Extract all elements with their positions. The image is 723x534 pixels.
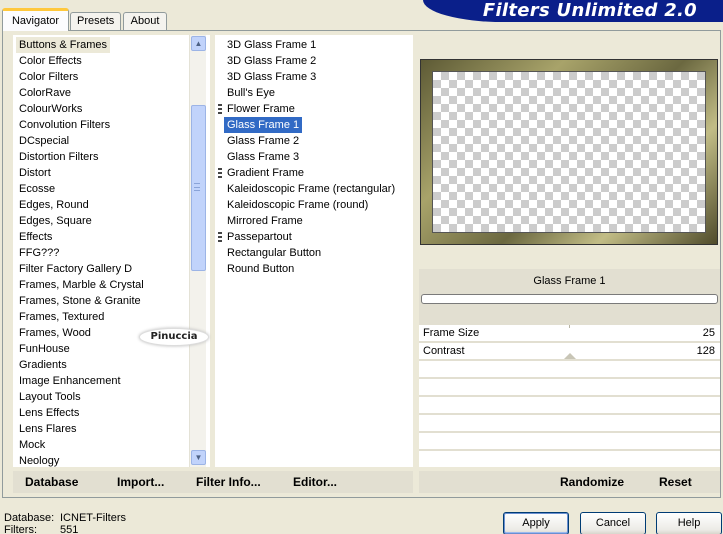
database-label: Database: bbox=[4, 512, 55, 524]
category-item[interactable]: Layout Tools bbox=[16, 389, 84, 405]
param-row-frame-size[interactable]: Frame Size 25 bbox=[419, 325, 720, 342]
grip-icon bbox=[194, 183, 200, 191]
parameter-marker-icon bbox=[218, 104, 222, 114]
param-label: Contrast bbox=[423, 345, 465, 357]
category-item[interactable]: Frames, Wood bbox=[16, 325, 94, 341]
preview-toolbar: Randomize Reset bbox=[419, 471, 720, 493]
filter-item[interactable]: Mirrored Frame bbox=[224, 213, 306, 229]
param-row-empty bbox=[419, 451, 720, 467]
randomize-button[interactable]: Randomize bbox=[560, 474, 624, 490]
filter-item[interactable]: Glass Frame 3 bbox=[224, 149, 302, 165]
slider-tick bbox=[569, 325, 570, 328]
preview-frame bbox=[420, 59, 718, 245]
param-value: 25 bbox=[702, 327, 715, 339]
navigator-toolbar: Database Import... Filter Info... Editor… bbox=[13, 471, 413, 493]
filter-item[interactable]: 3D Glass Frame 1 bbox=[224, 37, 319, 53]
param-label: Frame Size bbox=[423, 327, 480, 339]
parameters-area: Glass Frame 1 Frame Size 25 Contrast 128 bbox=[419, 269, 720, 467]
apply-button[interactable]: Apply bbox=[503, 512, 569, 534]
filters-label: Filters: bbox=[4, 524, 37, 534]
filter-item[interactable]: Glass Frame 1 bbox=[224, 117, 303, 133]
filters-count: 551 bbox=[60, 524, 79, 534]
filter-item[interactable]: Kaleidoscopic Frame (round) bbox=[224, 197, 371, 213]
database-info: Database: ICNET-Filters Filters: 551 bbox=[4, 512, 126, 534]
param-row-empty bbox=[419, 433, 720, 449]
tab-presets[interactable]: Presets bbox=[70, 12, 121, 31]
category-item[interactable]: Edges, Square bbox=[16, 213, 95, 229]
category-scrollbar[interactable]: ▲ ▼ bbox=[189, 35, 206, 467]
filter-item[interactable]: Flower Frame bbox=[224, 101, 298, 117]
watermark-logo: Pinuccia bbox=[139, 328, 209, 346]
filter-item[interactable]: Rectangular Button bbox=[224, 245, 324, 261]
category-item[interactable]: Ecosse bbox=[16, 181, 58, 197]
category-item[interactable]: Distort bbox=[16, 165, 54, 181]
category-item[interactable]: Lens Effects bbox=[16, 405, 82, 421]
cancel-button[interactable]: Cancel bbox=[580, 512, 646, 534]
category-item[interactable]: Gradients bbox=[16, 357, 70, 373]
app-title: Filters Unlimited 2.0 bbox=[482, 0, 697, 21]
import-button[interactable]: Import... bbox=[117, 474, 164, 490]
category-item[interactable]: DCspecial bbox=[16, 133, 72, 149]
scroll-up-button[interactable]: ▲ bbox=[191, 36, 206, 51]
filter-item[interactable]: Kaleidoscopic Frame (rectangular) bbox=[224, 181, 398, 197]
category-item[interactable]: Color Effects bbox=[16, 53, 85, 69]
filter-item[interactable]: Round Button bbox=[224, 261, 297, 277]
database-button[interactable]: Database bbox=[25, 474, 78, 490]
category-item[interactable]: Image Enhancement bbox=[16, 373, 124, 389]
filter-item[interactable]: Glass Frame 2 bbox=[224, 133, 302, 149]
navigator-panel: Buttons & Frames Color Effects Color Filte… bbox=[2, 30, 721, 498]
editor-button[interactable]: Editor... bbox=[293, 474, 337, 490]
help-button[interactable]: Help bbox=[656, 512, 722, 534]
filter-list[interactable]: 3D Glass Frame 1 3D Glass Frame 2 3D Glass… bbox=[215, 35, 413, 467]
filter-item[interactable]: 3D Glass Frame 3 bbox=[224, 69, 319, 85]
category-item[interactable]: Edges, Round bbox=[16, 197, 92, 213]
category-item[interactable]: Convolution Filters bbox=[16, 117, 113, 133]
tab-about[interactable]: About bbox=[123, 12, 167, 31]
database-value: ICNET-Filters bbox=[60, 512, 126, 524]
parameter-marker-icon bbox=[218, 232, 222, 242]
filter-item[interactable]: Gradient Frame bbox=[224, 165, 307, 181]
category-list[interactable]: Buttons & Frames Color Effects Color Filte… bbox=[13, 35, 210, 467]
category-item[interactable]: Color Filters bbox=[16, 69, 81, 85]
category-item[interactable]: ColorRave bbox=[16, 85, 74, 101]
param-row-empty bbox=[419, 415, 720, 431]
progress-bar bbox=[421, 294, 718, 304]
category-item[interactable]: Frames, Marble & Crystal bbox=[16, 277, 147, 293]
slider-thumb-icon[interactable] bbox=[564, 353, 576, 359]
reset-button[interactable]: Reset bbox=[659, 474, 692, 490]
param-row-empty bbox=[419, 361, 720, 377]
category-item[interactable]: Lens Flares bbox=[16, 421, 79, 437]
transparency-checkerboard bbox=[432, 71, 706, 233]
category-item[interactable]: Effects bbox=[16, 229, 55, 245]
param-row-contrast[interactable]: Contrast 128 bbox=[419, 343, 720, 360]
category-item[interactable]: Mock bbox=[16, 437, 48, 453]
chevron-down-icon: ▼ bbox=[194, 453, 203, 462]
category-item[interactable]: Frames, Stone & Granite bbox=[16, 293, 144, 309]
category-item[interactable]: Distortion Filters bbox=[16, 149, 101, 165]
category-item[interactable]: Filter Factory Gallery D bbox=[16, 261, 135, 277]
scroll-down-button[interactable]: ▼ bbox=[191, 450, 206, 465]
category-item[interactable]: Neology bbox=[16, 453, 62, 469]
param-row-empty bbox=[419, 379, 720, 395]
param-value: 128 bbox=[696, 345, 715, 357]
parameter-marker-icon bbox=[218, 168, 222, 178]
param-row-empty bbox=[419, 397, 720, 413]
category-item[interactable]: ColourWorks bbox=[16, 101, 85, 117]
filter-item[interactable]: Bull's Eye bbox=[224, 85, 278, 101]
filter-item[interactable]: 3D Glass Frame 2 bbox=[224, 53, 319, 69]
category-item[interactable]: Frames, Textured bbox=[16, 309, 107, 325]
category-item[interactable]: FFG??? bbox=[16, 245, 62, 261]
tab-navigator[interactable]: Navigator bbox=[2, 8, 69, 31]
chevron-up-icon: ▲ bbox=[194, 39, 203, 48]
filter-info-button[interactable]: Filter Info... bbox=[196, 474, 261, 490]
selected-filter-title: Glass Frame 1 bbox=[533, 275, 606, 287]
category-item[interactable]: Buttons & Frames bbox=[16, 37, 111, 53]
category-item[interactable]: FunHouse bbox=[16, 341, 73, 357]
filter-item[interactable]: Passepartout bbox=[224, 229, 295, 245]
